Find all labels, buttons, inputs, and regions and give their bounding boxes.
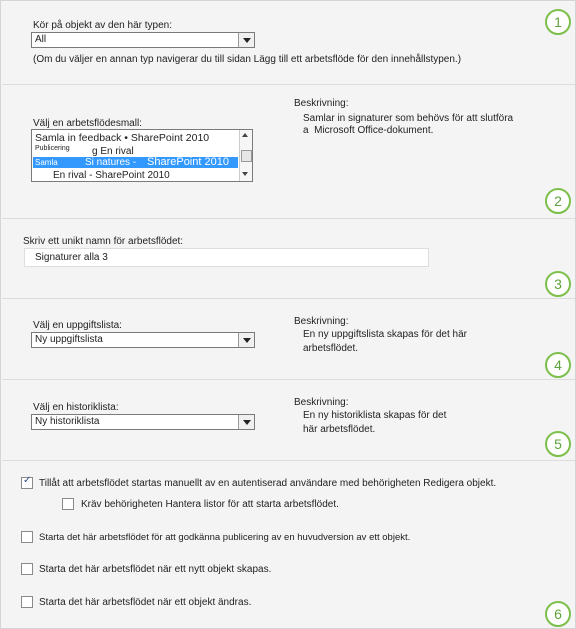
require-manage-lists-checkbox[interactable] <box>62 498 74 510</box>
scroll-down-icon[interactable] <box>242 172 248 176</box>
workflow-settings-panel: Kör på objekt av den här typen: All (Om … <box>0 0 576 629</box>
history-list-description-label: Beskrivning: <box>294 397 349 408</box>
history-list-description-line2: här arbetsflödet. <box>303 424 376 435</box>
content-type-value: All <box>35 34 47 45</box>
divider <box>2 84 575 85</box>
step-badge-5: 5 <box>545 431 571 457</box>
chevron-down-icon[interactable] <box>238 333 254 347</box>
chevron-down-icon[interactable] <box>238 415 254 429</box>
step-badge-1: 1 <box>545 9 571 35</box>
start-on-create-label: Starta det här arbetsflödet när ett nytt… <box>39 564 272 575</box>
list-item-selected[interactable]: Si natures - <box>85 157 136 168</box>
scroll-thumb[interactable] <box>241 150 252 162</box>
template-description-line2: a Microsoft Office-dokument. <box>303 125 434 136</box>
history-list-description-line1: En ny historiklista skapas för det <box>303 410 447 421</box>
listbox-scrollbar[interactable] <box>239 130 252 181</box>
divider <box>2 460 575 461</box>
divider <box>2 298 575 299</box>
content-type-select[interactable]: All <box>31 32 255 48</box>
list-item-selected[interactable]: SharePoint 2010 <box>147 156 229 168</box>
start-on-publish-checkbox[interactable] <box>21 531 33 543</box>
start-on-change-checkbox[interactable] <box>21 596 33 608</box>
divider <box>2 379 575 380</box>
history-list-select[interactable]: Ny historiklista <box>31 414 255 430</box>
content-type-note: (Om du väljer en annan typ navigerar du … <box>33 54 462 65</box>
list-item[interactable]: g En rival <box>92 146 134 157</box>
list-item[interactable]: Publicering <box>35 145 70 152</box>
task-list-select[interactable]: Ny uppgiftslista <box>31 332 255 348</box>
task-list-description-label: Beskrivning: <box>294 316 349 327</box>
require-manage-lists-label: Kräv behörigheten Hantera listor för att… <box>81 499 339 510</box>
template-description-label: Beskrivning: <box>294 98 349 109</box>
scroll-up-icon[interactable] <box>242 133 248 137</box>
task-list-description-line2: arbetsflödet. <box>303 343 359 354</box>
workflow-name-value: Signaturer alla 3 <box>35 252 108 263</box>
step-badge-3: 3 <box>545 271 571 297</box>
start-on-publish-label: Starta det här arbetsflödet för att godk… <box>39 532 411 543</box>
list-item[interactable]: Samla in feedback • SharePoint 2010 <box>35 132 209 144</box>
list-item-selected[interactable]: Samla <box>35 158 58 167</box>
template-description-line1: Samlar in signaturer som behövs för att … <box>303 113 514 124</box>
workflow-name-label: Skriv ett unikt namn för arbetsflödet: <box>23 236 184 247</box>
step-badge-6: 6 <box>545 601 571 627</box>
allow-manual-start-checkbox[interactable] <box>21 475 33 489</box>
workflow-name-input[interactable]: Signaturer alla 3 <box>24 248 429 267</box>
history-list-value: Ny historiklista <box>35 416 100 427</box>
content-type-label: Kör på objekt av den här typen: <box>33 20 172 31</box>
step-badge-4: 4 <box>545 352 571 378</box>
task-list-label: Välj en uppgiftslista: <box>33 320 122 331</box>
template-listbox[interactable]: Samla in feedback • SharePoint 2010 Publ… <box>31 129 253 182</box>
task-list-value: Ny uppgiftslista <box>35 334 103 345</box>
step-badge-2: 2 <box>545 188 571 214</box>
task-list-description-line1: En ny uppgiftslista skapas för det här <box>303 329 467 340</box>
start-on-change-label: Starta det här arbetsflödet när ett obje… <box>39 597 252 608</box>
list-item[interactable]: En rival - SharePoint 2010 <box>53 170 170 181</box>
allow-manual-start-label: Tillåt att arbetsflödet startas manuellt… <box>39 478 497 489</box>
template-label: Välj en arbetsflödesmall: <box>33 118 142 129</box>
divider <box>2 218 575 219</box>
chevron-down-icon[interactable] <box>238 33 254 47</box>
start-on-create-checkbox[interactable] <box>21 563 33 575</box>
history-list-label: Välj en historiklista: <box>33 402 119 413</box>
